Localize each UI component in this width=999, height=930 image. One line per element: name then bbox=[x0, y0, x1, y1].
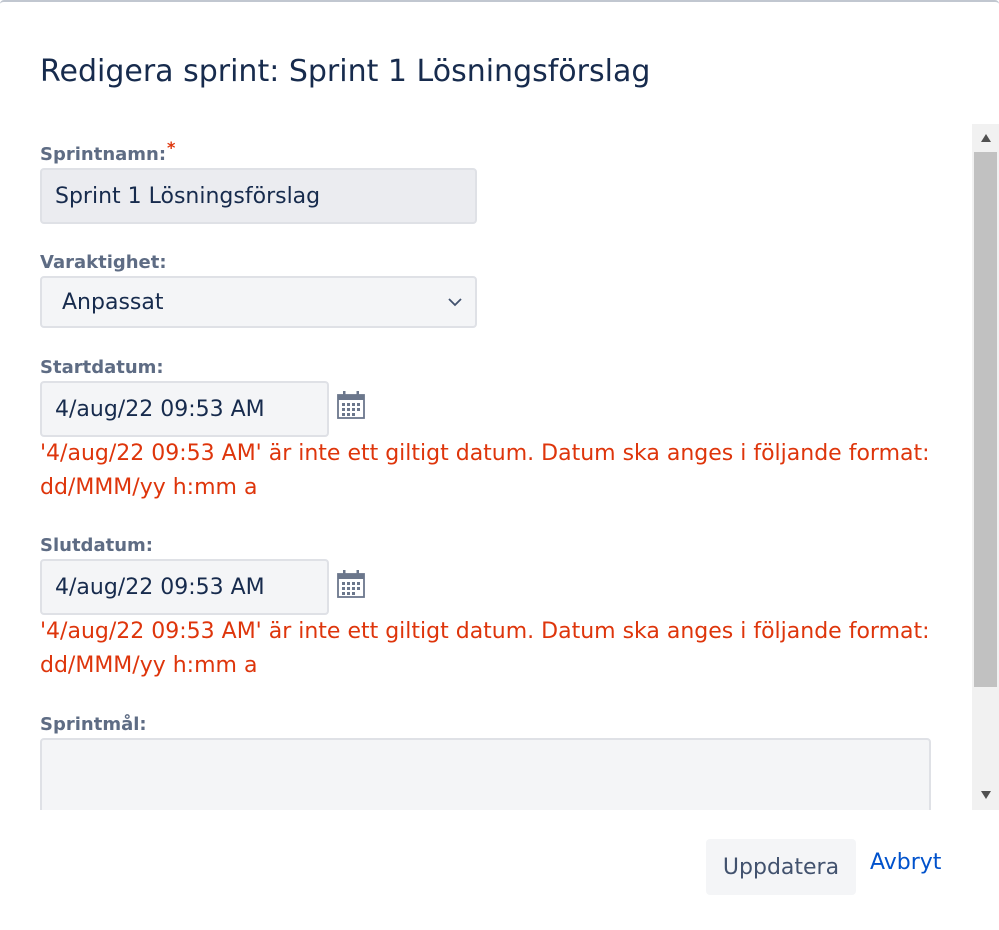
edit-sprint-dialog: Redigera sprint: Sprint 1 Lösningsförsla… bbox=[0, 0, 999, 930]
sprint-goal-textarea[interactable] bbox=[40, 738, 931, 810]
dialog-body: Sprintnamn:* Sprint 1 Lösningsförslag Va… bbox=[0, 124, 972, 810]
update-button[interactable]: Uppdatera bbox=[706, 839, 856, 895]
start-date-error: '4/aug/22 09:53 AM' är inte ett giltigt … bbox=[40, 441, 930, 500]
scrollbar-thumb[interactable] bbox=[974, 152, 997, 687]
chevron-down-icon bbox=[448, 298, 462, 307]
sprint-name-label-text: Sprintnamn: bbox=[40, 144, 167, 165]
duration-label: Varaktighet: bbox=[40, 252, 167, 273]
required-marker: * bbox=[167, 138, 176, 157]
sprint-name-input[interactable]: Sprint 1 Lösningsförslag bbox=[40, 168, 477, 224]
end-date-label: Slutdatum: bbox=[40, 535, 153, 556]
start-date-label: Startdatum: bbox=[40, 357, 164, 378]
arrow-down-icon[interactable] bbox=[980, 790, 992, 800]
end-date-error: '4/aug/22 09:53 AM' är inte ett giltigt … bbox=[40, 619, 930, 678]
end-date-value: 4/aug/22 09:53 AM bbox=[55, 574, 265, 600]
cancel-link[interactable]: Avbryt bbox=[870, 850, 941, 875]
arrow-up-icon[interactable] bbox=[980, 133, 992, 143]
duration-selected-value: Anpassat bbox=[62, 289, 164, 315]
sprint-name-value: Sprint 1 Lösningsförslag bbox=[55, 183, 321, 209]
dialog-scrollbar[interactable] bbox=[972, 124, 999, 810]
duration-select[interactable]: Anpassat bbox=[40, 276, 477, 328]
calendar-icon[interactable] bbox=[336, 390, 366, 420]
sprint-goal-label: Sprintmål: bbox=[40, 714, 147, 735]
start-date-value: 4/aug/22 09:53 AM bbox=[55, 396, 265, 422]
end-date-input[interactable]: 4/aug/22 09:53 AM bbox=[40, 559, 329, 615]
sprint-name-label: Sprintnamn:* bbox=[40, 138, 175, 165]
calendar-icon[interactable] bbox=[336, 569, 366, 599]
start-date-input[interactable]: 4/aug/22 09:53 AM bbox=[40, 381, 329, 437]
dialog-title: Redigera sprint: Sprint 1 Lösningsförsla… bbox=[40, 54, 651, 89]
